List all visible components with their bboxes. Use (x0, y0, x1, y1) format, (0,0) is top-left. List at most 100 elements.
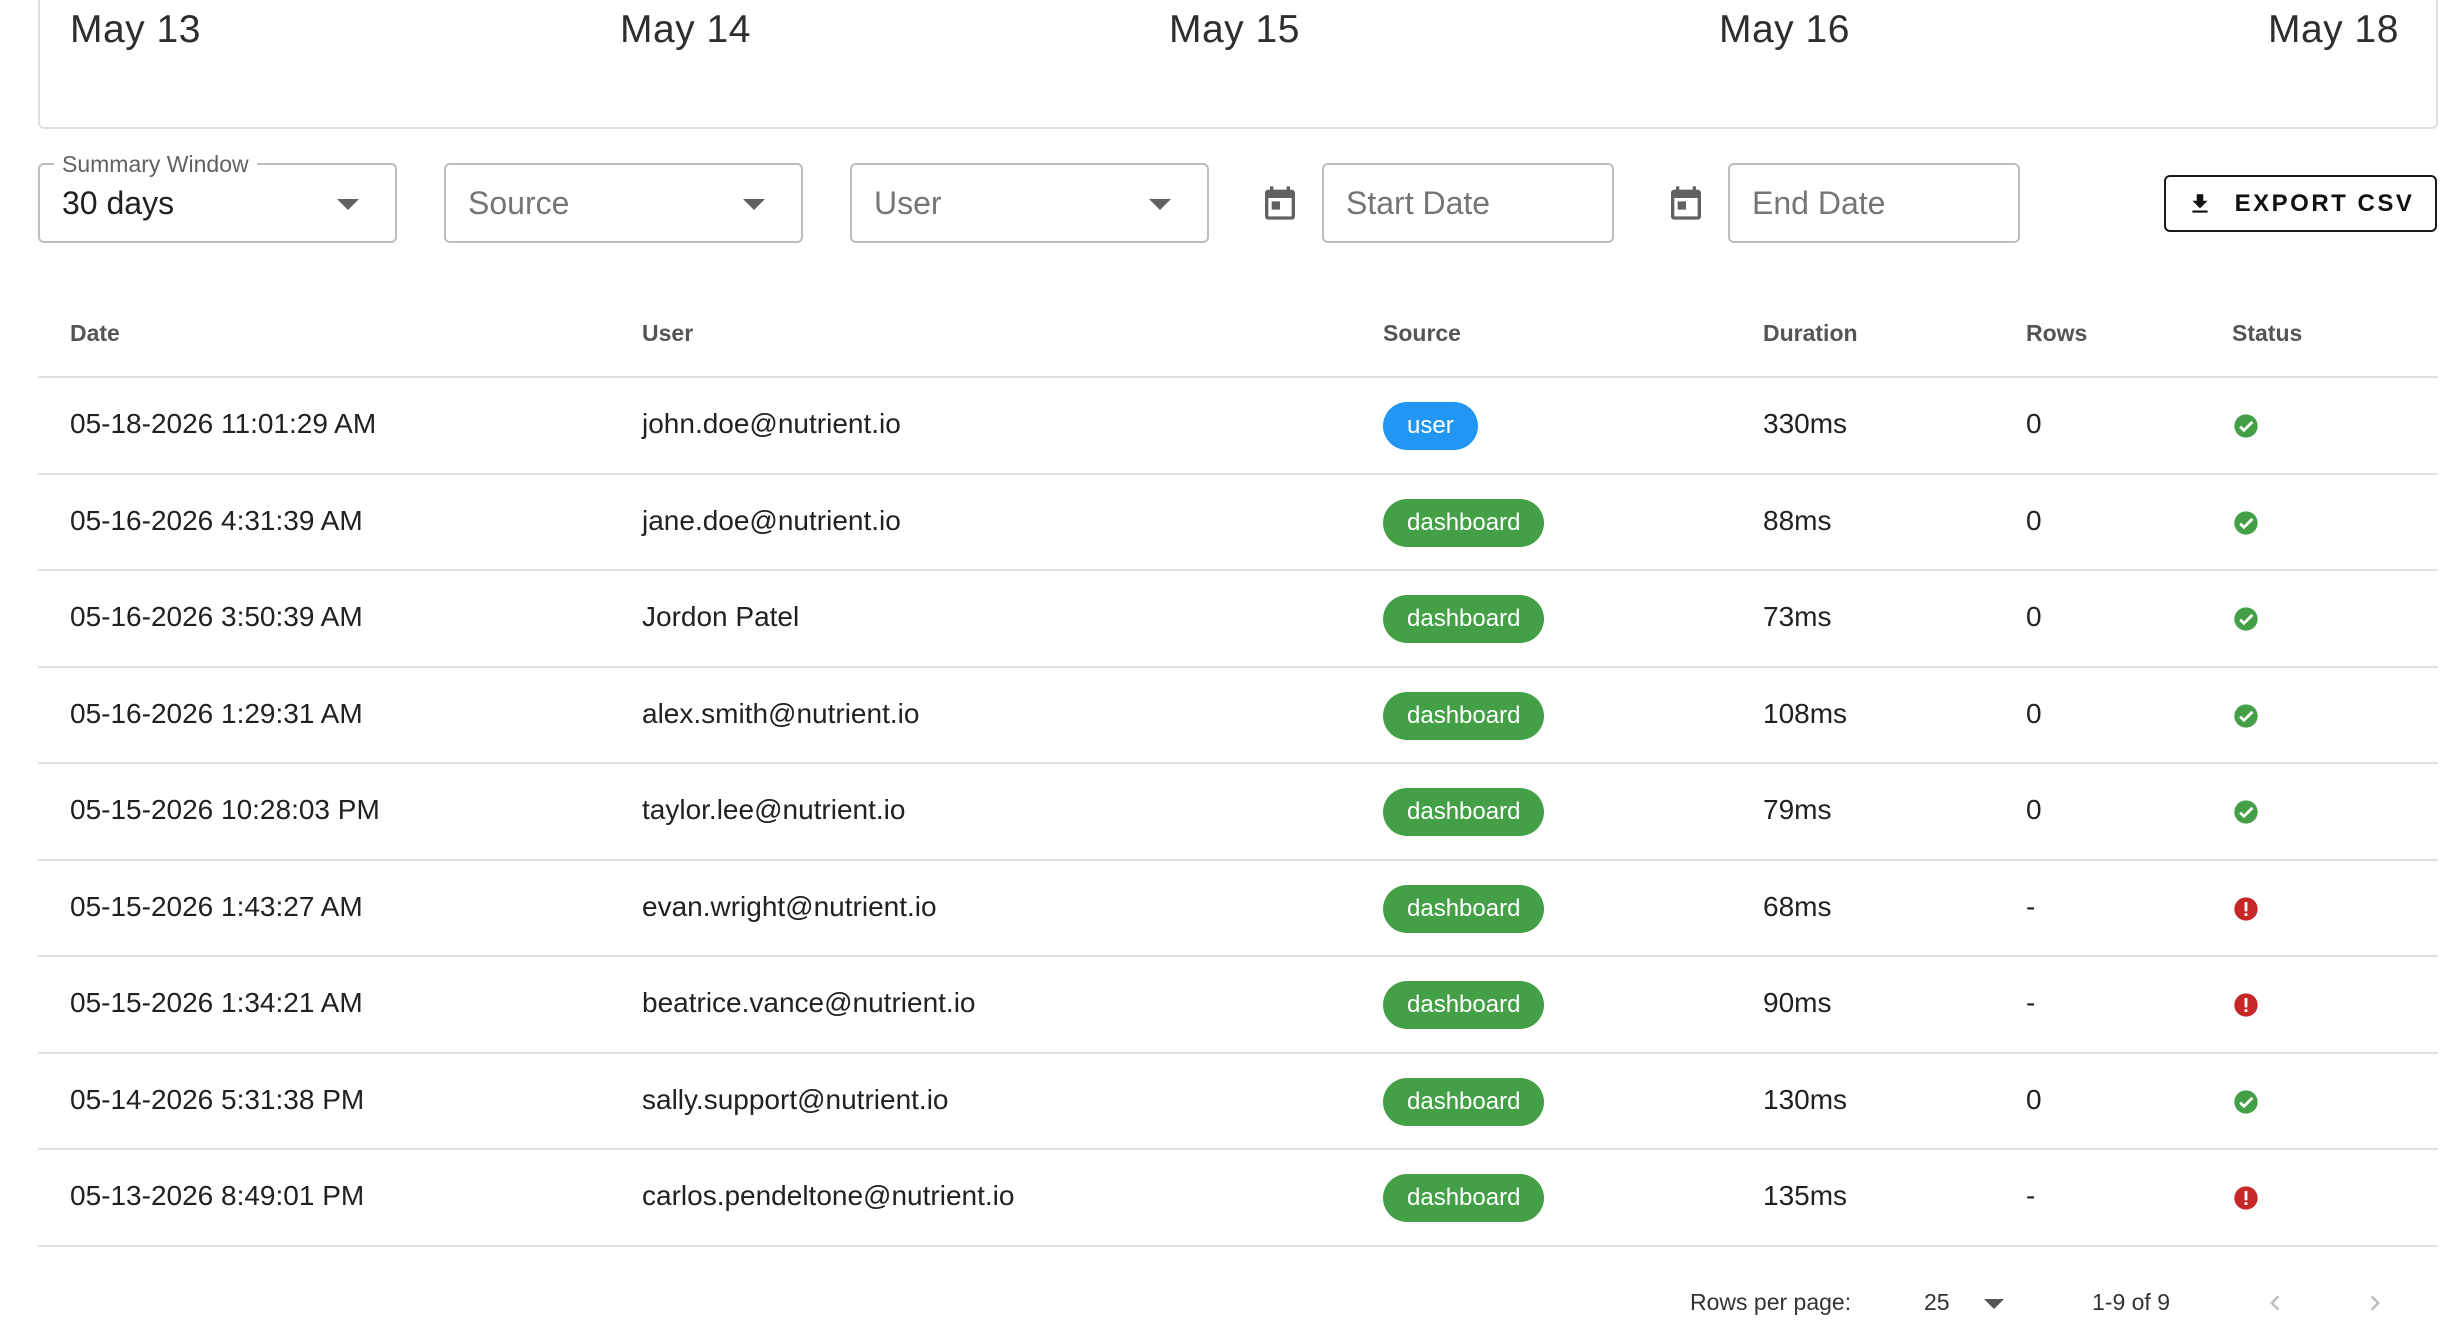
timeline-label: May 18 (2268, 8, 2399, 51)
chevron-right-icon[interactable] (2360, 1288, 2390, 1318)
summary-window-select[interactable]: Summary Window 30 days (38, 151, 397, 243)
cell-user: sally.support@nutrient.io (642, 1083, 949, 1115)
pagination-range: 1-9 of 9 (2092, 1289, 2170, 1315)
table-row[interactable]: 05-15-2026 10:28:03 PM taylor.lee@nutrien… (38, 764, 2438, 861)
summary-window-value: 30 days (62, 185, 175, 221)
table-row[interactable]: 05-16-2026 4:31:39 AM jane.doe@nutrient.i… (38, 475, 2438, 571)
cell-user: jane.doe@nutrient.io (642, 504, 901, 536)
cell-date: 05-16-2026 3:50:39 AM (70, 601, 363, 632)
cell-user: john.doe@nutrient.io (642, 408, 901, 439)
success-check-icon (2234, 1089, 2258, 1114)
cell-date: 05-14-2026 5:31:38 PM (70, 1083, 365, 1115)
source-chip: dashboard (1383, 981, 1545, 1029)
table-row[interactable]: 05-15-2026 1:34:21 AM beatrice.vance@nutr… (38, 957, 2438, 1054)
cell-user: beatrice.vance@nutrient.io (642, 987, 976, 1018)
dropdown-arrow-icon (743, 199, 765, 210)
timeline-chart: May 13 May 14 May 15 May 16 May 18 (38, 0, 2438, 129)
download-icon (2192, 193, 2208, 213)
cell-duration: 68ms (1763, 890, 1832, 922)
cell-rows: 0 (2026, 408, 2042, 439)
start-date-input[interactable]: Start Date (1322, 163, 1614, 243)
source-chip: dashboard (1383, 884, 1545, 933)
cell-user: carlos.pendeltone@nutrient.io (642, 1180, 1015, 1211)
cell-rows: 0 (2026, 794, 2042, 825)
timeline-label: May 15 (1169, 8, 1300, 51)
rows-per-page-label: Rows per page: (1690, 1289, 1852, 1315)
cell-duration: 135ms (1763, 1180, 1848, 1211)
cell-date: 05-15-2026 1:34:21 AM (70, 987, 363, 1018)
error-alert-icon (2234, 993, 2258, 1017)
source-select[interactable]: Source (444, 163, 803, 243)
column-header-date[interactable]: Date (70, 320, 120, 347)
cell-user: taylor.lee@nutrient.io (642, 794, 906, 825)
table-row[interactable]: 05-15-2026 1:43:27 AM evan.wright@nutrien… (38, 861, 2438, 957)
source-chip: dashboard (1383, 595, 1545, 643)
activity-page: May 13 May 14 May 15 May 16 May 18 Summa… (0, 0, 2450, 1328)
success-check-icon (2234, 510, 2258, 535)
source-chip: user (1383, 402, 1478, 450)
table-row[interactable]: 05-13-2026 8:49:01 PM carlos.pendeltone@n… (38, 1150, 2438, 1247)
cell-duration: 73ms (1763, 601, 1832, 632)
export-csv-button[interactable]: EXPORT CSV (2164, 175, 2437, 232)
error-alert-icon (2234, 896, 2258, 921)
rows-per-page-select[interactable]: 25 (1924, 1289, 1950, 1316)
cell-rows: - (2026, 890, 2036, 922)
cell-user: evan.wright@nutrient.io (642, 890, 937, 922)
success-check-icon (2234, 800, 2258, 824)
column-header-rows[interactable]: Rows (2026, 320, 2087, 347)
column-header-user[interactable]: User (642, 320, 693, 347)
table-row[interactable]: 05-16-2026 3:50:39 AM Jordon Patel dashboa… (38, 571, 2438, 668)
cell-duration: 90ms (1763, 987, 1832, 1018)
user-placeholder: User (874, 185, 942, 221)
cell-duration: 88ms (1763, 504, 1832, 536)
cell-rows: 0 (2026, 1083, 2042, 1115)
table-row[interactable]: 05-18-2026 11:01:29 AM john.doe@nutrient.… (38, 378, 2438, 475)
cell-date: 05-18-2026 11:01:29 AM (70, 408, 377, 439)
source-chip: dashboard (1383, 498, 1545, 547)
source-chip: dashboard (1383, 1077, 1545, 1126)
column-header-source[interactable]: Source (1383, 320, 1461, 347)
success-check-icon (2234, 414, 2258, 438)
cell-date: 05-16-2026 4:31:39 AM (70, 504, 363, 536)
error-alert-icon (2234, 1186, 2258, 1210)
end-date-placeholder: End Date (1752, 185, 1886, 221)
table-row[interactable]: 05-14-2026 5:31:38 PM sally.support@nutri… (38, 1054, 2438, 1150)
start-date-placeholder: Start Date (1346, 185, 1491, 221)
cell-duration: 130ms (1763, 1083, 1848, 1115)
chevron-left-icon[interactable] (2260, 1288, 2290, 1318)
timeline-label: May 16 (1719, 8, 1850, 51)
column-header-status[interactable]: Status (2232, 320, 2302, 347)
cell-date: 05-16-2026 1:29:31 AM (70, 697, 363, 729)
rows-per-page-arrow-icon[interactable] (1984, 1299, 2004, 1309)
cell-rows: - (2026, 987, 2036, 1018)
user-select[interactable]: User (850, 163, 1209, 243)
cell-rows: - (2026, 1180, 2036, 1211)
cell-duration: 108ms (1763, 697, 1848, 729)
source-chip: dashboard (1383, 788, 1545, 836)
cell-user: alex.smith@nutrient.io (642, 697, 920, 729)
cell-date: 05-15-2026 10:28:03 PM (70, 794, 380, 825)
table-row[interactable]: 05-16-2026 1:29:31 AM alex.smith@nutrient… (38, 668, 2438, 764)
cell-rows: 0 (2026, 504, 2042, 536)
cell-date: 05-15-2026 1:43:27 AM (70, 890, 363, 922)
calendar-icon[interactable] (1260, 181, 1300, 225)
summary-window-label: Summary Window (54, 151, 257, 178)
dropdown-arrow-icon (1149, 199, 1171, 210)
end-date-input[interactable]: End Date (1728, 163, 2020, 243)
timeline-label: May 13 (70, 8, 201, 51)
source-chip: dashboard (1383, 1174, 1545, 1222)
cell-duration: 79ms (1763, 794, 1832, 825)
export-csv-label: EXPORT CSV (2234, 189, 2415, 217)
success-check-icon (2234, 703, 2258, 728)
cell-rows: 0 (2026, 697, 2042, 729)
source-chip: dashboard (1383, 691, 1545, 740)
cell-duration: 330ms (1763, 408, 1848, 439)
timeline-label: May 14 (620, 8, 751, 51)
source-placeholder: Source (468, 185, 570, 221)
cell-rows: 0 (2026, 601, 2042, 632)
calendar-icon[interactable] (1666, 181, 1706, 225)
table-header: Date User Source Duration Rows Status (38, 290, 2438, 378)
activity-table: Date User Source Duration Rows Status 05… (38, 290, 2438, 1247)
column-header-duration[interactable]: Duration (1763, 320, 1858, 347)
success-check-icon (2234, 607, 2258, 631)
